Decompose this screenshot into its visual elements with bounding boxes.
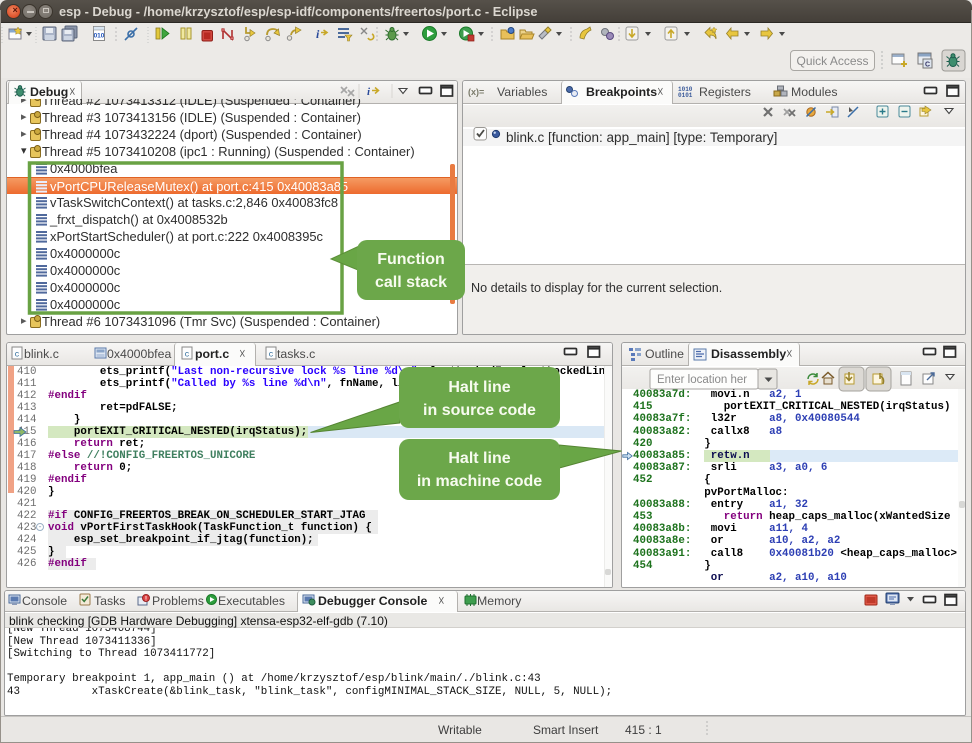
svg-text:i: i bbox=[316, 27, 320, 41]
svg-text:C: C bbox=[925, 62, 930, 69]
svg-text:010: 010 bbox=[94, 33, 105, 40]
